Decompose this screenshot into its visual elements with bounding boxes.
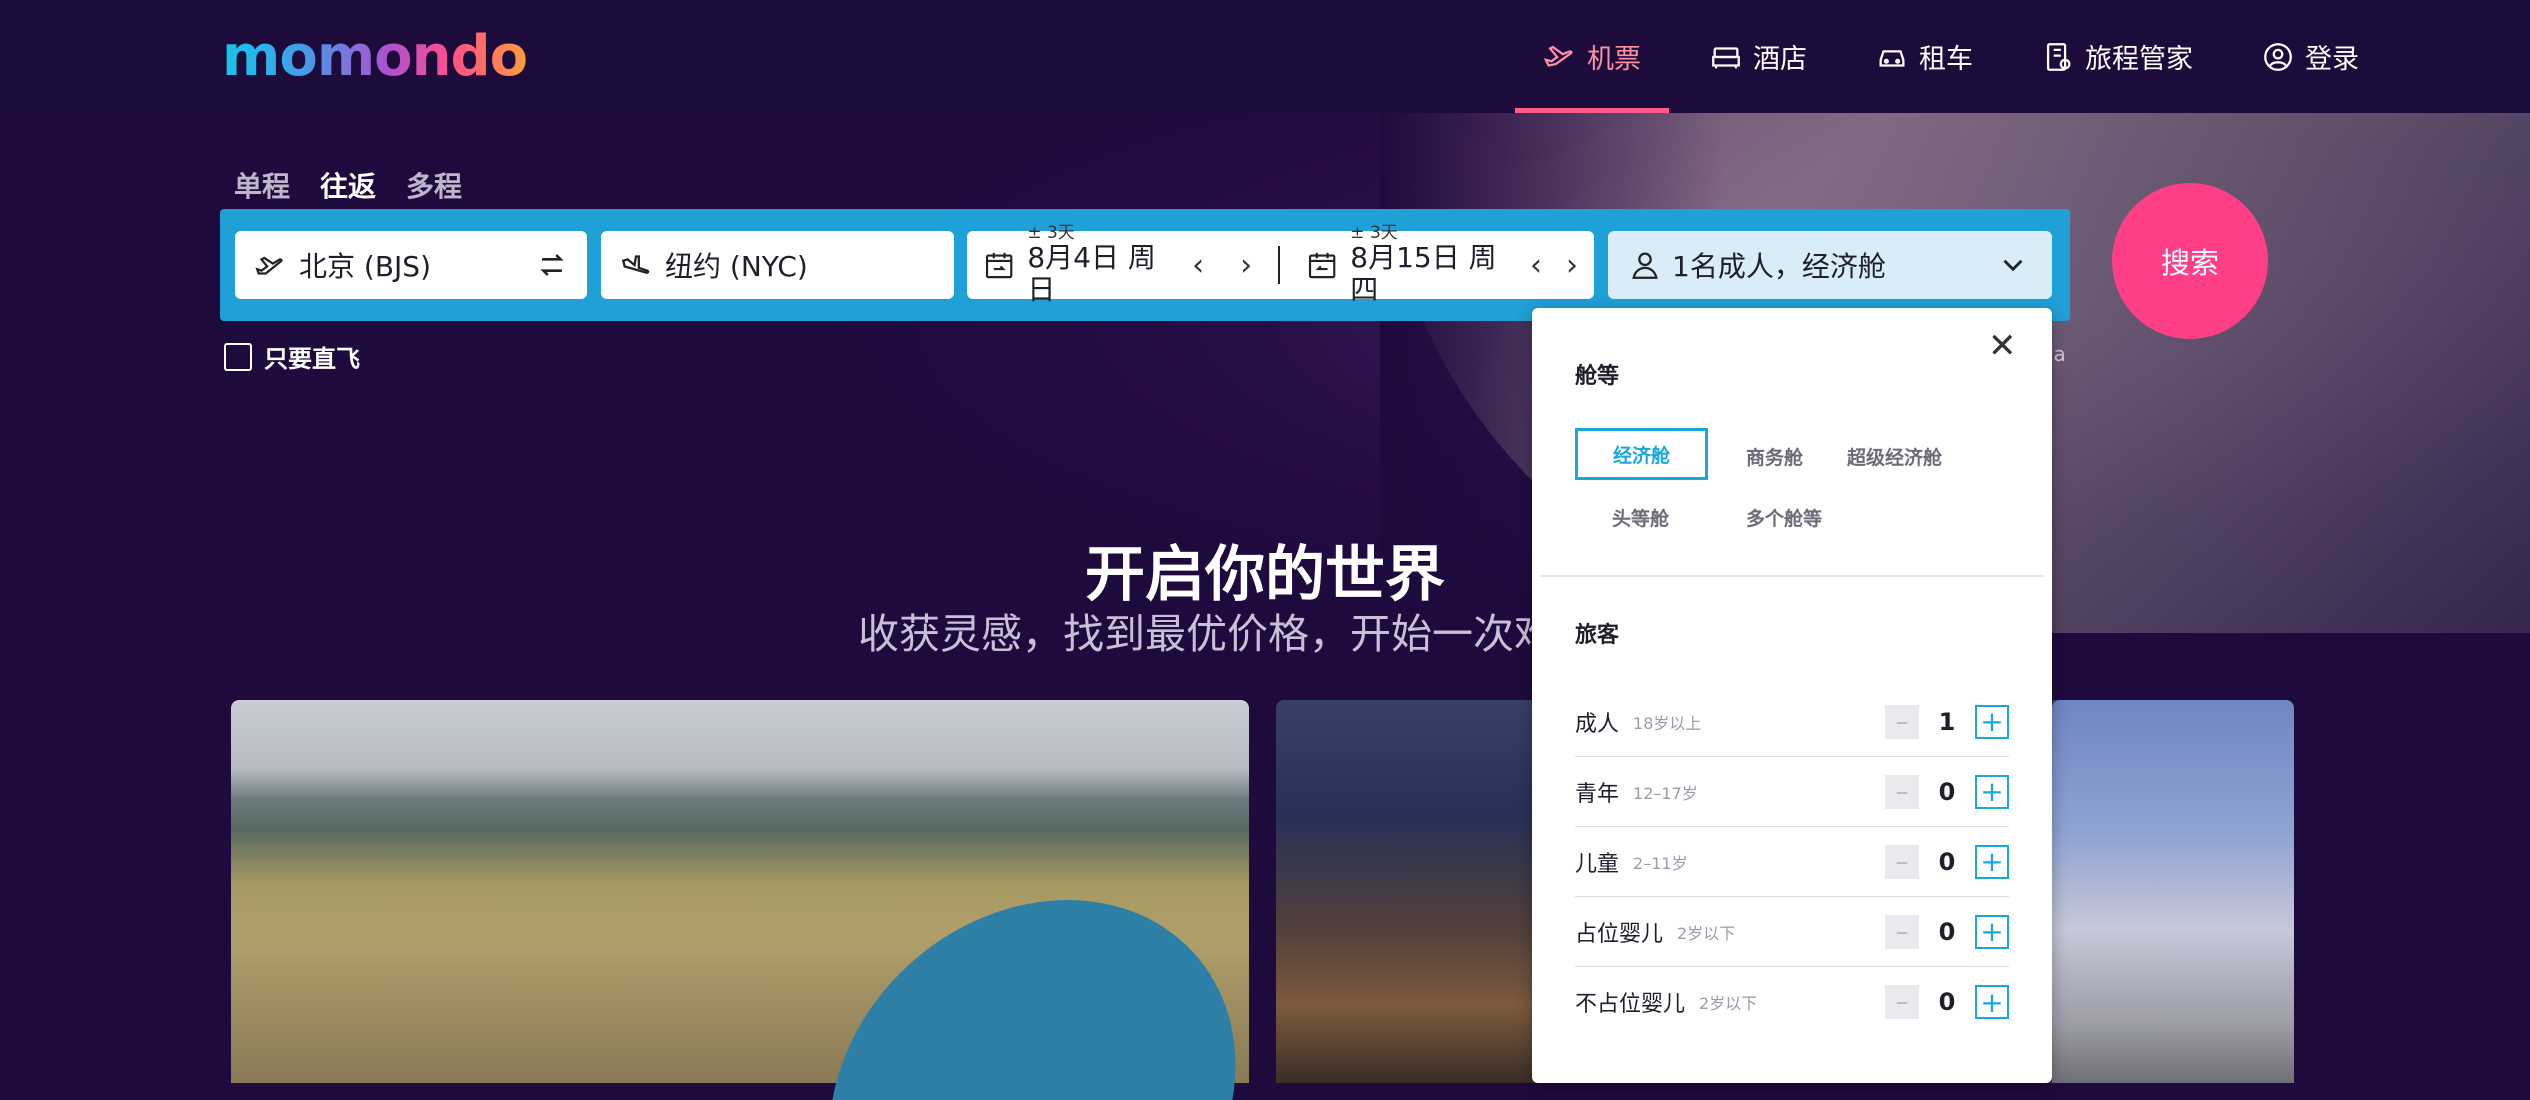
direct-only-option[interactable]: 只要直飞 <box>224 339 360 374</box>
decrement-button[interactable]: – <box>1885 844 1919 879</box>
traveler-count: 0 <box>1938 917 1956 946</box>
nav-hotels[interactable]: 酒店 <box>1681 0 1835 113</box>
trip-type-tabs: 单程 往返 多程 <box>234 165 462 205</box>
traveler-row-children: 儿童 2–11岁 – 0 + <box>1575 827 2009 897</box>
depart-date-value: 8月4日 周日 <box>1027 241 1156 306</box>
increment-button[interactable]: + <box>1975 774 2009 809</box>
nav-cars-label: 租车 <box>1919 44 1973 75</box>
traveler-label: 成人 <box>1575 711 1620 737</box>
decrement-button[interactable]: – <box>1885 985 1919 1019</box>
bed-icon <box>1712 46 1740 68</box>
return-date[interactable]: ± 3天 8月15日 周四 <box>1350 224 1516 306</box>
traveler-row-youth: 青年 12–17岁 – 0 + <box>1575 757 2009 827</box>
traveler-age: 2–11岁 <box>1633 853 1688 873</box>
swap-icon[interactable] <box>535 248 569 282</box>
passenger-cabin-value: 1名成人，经济舱 <box>1672 250 1886 283</box>
cabin-option-first[interactable]: 头等舱 <box>1612 504 1669 531</box>
increment-button[interactable]: + <box>1975 844 2009 879</box>
nav-login[interactable]: 登录 <box>2233 0 2387 113</box>
tab-multi-city[interactable]: 多程 <box>406 165 462 205</box>
return-next-day[interactable]: › <box>1566 248 1578 283</box>
panel-divider <box>1541 575 2043 577</box>
main-nav: 机票 酒店 租车 旅程管家 登录 <box>1515 0 2387 113</box>
traveler-label: 不占位婴儿 <box>1575 992 1686 1017</box>
traveler-age: 12–17岁 <box>1633 783 1698 803</box>
traveler-count: 1 <box>1938 707 1956 736</box>
tab-one-way[interactable]: 单程 <box>234 165 290 205</box>
depart-prev-day[interactable]: ‹ <box>1192 248 1204 283</box>
return-prev-day[interactable]: ‹ <box>1530 248 1542 283</box>
decrement-button[interactable]: – <box>1885 774 1919 809</box>
calendar-depart-icon <box>985 252 1013 279</box>
traveler-age: 2岁以下 <box>1677 923 1736 943</box>
traveler-row-adults: 成人 18岁以上 – 1 + <box>1575 687 2009 757</box>
nav-trips[interactable]: 旅程管家 <box>2013 0 2221 113</box>
car-icon <box>1879 49 1905 67</box>
search-button[interactable]: 搜索 <box>2112 183 2268 339</box>
trips-icon <box>2046 42 2071 71</box>
traveler-label: 青年 <box>1575 781 1620 807</box>
calendar-return-icon <box>1308 252 1336 279</box>
tab-round-trip[interactable]: 往返 <box>320 165 376 205</box>
traveler-age: 2岁以下 <box>1699 994 1758 1013</box>
origin-field[interactable]: 北京 (BJS) <box>235 231 587 299</box>
chevron-down-icon <box>2003 259 2023 272</box>
depart-next-day[interactable]: › <box>1240 248 1252 283</box>
traveler-age: 18岁以上 <box>1633 713 1702 733</box>
cabin-option-economy[interactable]: 经济舱 <box>1575 428 1708 480</box>
decrement-button[interactable]: – <box>1885 704 1919 739</box>
nav-hotels-label: 酒店 <box>1753 44 1807 75</box>
depart-flex: ± 3天 <box>1027 223 1075 243</box>
increment-button[interactable]: + <box>1975 704 2009 739</box>
direct-only-checkbox[interactable] <box>224 342 252 371</box>
nav-flights-label: 机票 <box>1587 44 1641 75</box>
cabin-option-business[interactable]: 商务舱 <box>1746 443 1803 470</box>
origin-value: 北京 (BJS) <box>299 250 431 283</box>
momondo-logo[interactable]: momondo <box>222 24 528 89</box>
passenger-cabin-field[interactable]: 1名成人，经济舱 <box>1608 231 2052 299</box>
date-field[interactable]: ± 3天 8月4日 周日 ‹ › ± 3天 8月15日 周四 ‹ › <box>967 224 1594 306</box>
takeoff-icon <box>255 256 283 275</box>
direct-only-label: 只要直飞 <box>264 345 360 373</box>
return-flex: ± 3天 <box>1350 223 1398 243</box>
hotel-card-image[interactable] <box>2052 700 2294 1083</box>
nav-flights[interactable]: 机票 <box>1515 0 1669 113</box>
traveler-count: 0 <box>1938 847 1956 876</box>
close-icon[interactable]: ✕ <box>1988 326 2017 366</box>
traveler-row-infant-seat: 占位婴儿 2岁以下 – 0 + <box>1575 897 2009 967</box>
increment-button[interactable]: + <box>1975 985 2009 1019</box>
nav-trips-label: 旅程管家 <box>2085 44 2193 75</box>
depart-date[interactable]: ± 3天 8月4日 周日 <box>1027 224 1176 306</box>
traveler-label: 占位婴儿 <box>1575 921 1664 947</box>
hero-subtitle: 收获灵感，找到最优价格，开始一次难 <box>858 610 1555 658</box>
landing-icon <box>621 255 650 274</box>
decrement-button[interactable]: – <box>1885 914 1919 949</box>
destination-field[interactable]: 纽约 (NYC) <box>601 231 954 299</box>
cabin-option-mixed[interactable]: 多个舱等 <box>1746 504 1822 531</box>
cabin-section-title: 舱等 <box>1575 364 1620 389</box>
traveler-count: 0 <box>1938 988 1956 1016</box>
nav-cars[interactable]: 租车 <box>1847 0 2001 113</box>
traveler-row-infant-lap: 不占位婴儿 2岁以下 – 0 + <box>1575 967 2009 1037</box>
plane-icon <box>1543 45 1573 67</box>
date-divider <box>1278 246 1280 284</box>
travelers-section-title: 旅客 <box>1575 623 1620 648</box>
traveler-label: 儿童 <box>1575 851 1620 877</box>
return-date-value: 8月15日 周四 <box>1350 241 1497 306</box>
traveler-count: 0 <box>1938 777 1956 806</box>
destination-value: 纽约 (NYC) <box>665 250 808 283</box>
increment-button[interactable]: + <box>1975 914 2009 949</box>
user-icon <box>2264 42 2292 71</box>
nav-login-label: 登录 <box>2305 44 2359 75</box>
person-icon <box>1632 252 1658 279</box>
cabin-option-premium-economy[interactable]: 超级经济舱 <box>1847 443 1942 470</box>
